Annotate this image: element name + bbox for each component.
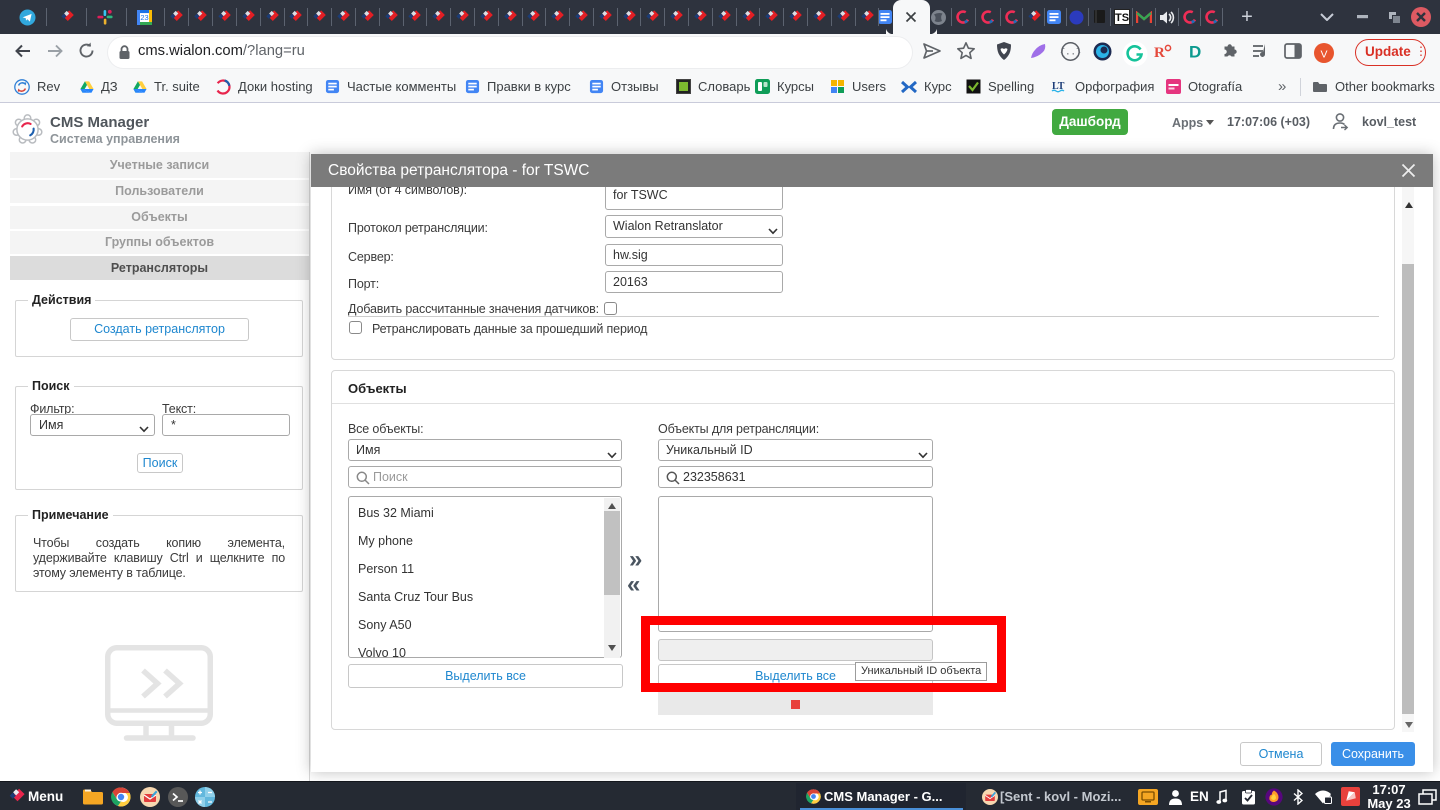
svg-text:TS: TS — [1114, 12, 1128, 24]
svg-text:{..}: {..} — [1060, 48, 1081, 58]
svg-text:R: R — [1154, 45, 1165, 61]
svg-text:D: D — [1189, 43, 1201, 62]
svg-text:23: 23 — [140, 13, 148, 22]
svg-text:V: V — [1320, 49, 1327, 61]
